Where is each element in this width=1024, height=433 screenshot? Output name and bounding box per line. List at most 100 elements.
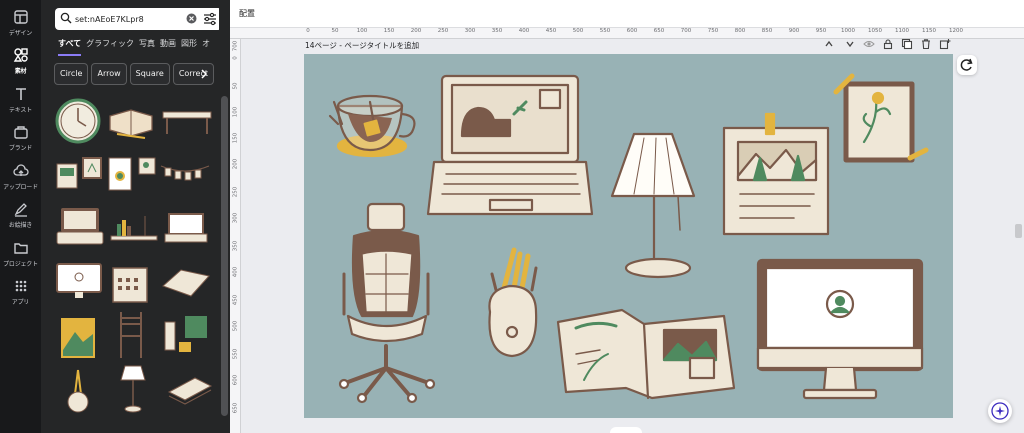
refresh-button[interactable]	[957, 55, 977, 75]
brand-icon	[13, 126, 28, 139]
page-title[interactable]: 14ページ - ページタイトルを追加	[305, 40, 419, 51]
ruler-tick: 350	[491, 28, 503, 34]
monitor-sticker-thumbnail[interactable]	[55, 262, 103, 302]
rail-label: アプリ	[11, 299, 30, 306]
shelf-sticker-thumbnail[interactable]	[109, 206, 159, 248]
chip-arrow[interactable]: Arrow	[91, 63, 127, 85]
tab-shapes[interactable]: 図形	[181, 38, 197, 54]
folder-icon	[13, 243, 28, 254]
ruler-tick: 650	[653, 28, 665, 34]
office-chair-graphic	[338, 202, 436, 404]
clock-sticker-thumbnail[interactable]	[55, 98, 101, 144]
lock-icon[interactable]	[882, 38, 894, 50]
ruler-tick: 200	[410, 28, 422, 34]
book-sticker-thumbnail[interactable]	[107, 102, 155, 140]
lamp-graphic	[610, 132, 696, 279]
ruler-tick: 250	[437, 28, 449, 34]
postcard-sticker-thumbnail[interactable]	[55, 158, 79, 192]
board-sticker-thumbnail[interactable]	[161, 266, 211, 300]
ruler-tick: 100	[232, 106, 239, 118]
tab-photos[interactable]: 写真	[139, 38, 155, 54]
rail-label: ブランド	[8, 145, 33, 152]
ruler-tick: 600	[232, 374, 239, 386]
ruler-tick: 550	[232, 348, 239, 360]
frame-sticker-thumbnail[interactable]	[81, 156, 103, 180]
search-input[interactable]	[75, 11, 183, 27]
eye-icon[interactable]	[863, 38, 875, 50]
chair-sticker-thumbnail[interactable]	[113, 310, 149, 360]
tab-graphics[interactable]: グラフィック	[86, 38, 134, 54]
position-button[interactable]: 配置	[239, 8, 255, 19]
category-tabs: すべて グラフィック 写真 動画 図形オ	[58, 38, 230, 56]
plant-sticker-thumbnail[interactable]	[63, 364, 93, 416]
trash-icon[interactable]	[920, 38, 932, 50]
ruler-tick: 500	[232, 320, 239, 332]
rail-item-draw[interactable]: お絵描き	[0, 201, 41, 229]
clear-icon[interactable]	[186, 13, 197, 24]
rail-item-projects[interactable]: プロジェクト	[0, 240, 41, 268]
panel-scroll-thumb[interactable]	[221, 96, 228, 416]
filter-icon[interactable]	[203, 12, 217, 26]
rail-item-brand[interactable]: ブランド	[0, 124, 41, 152]
rail-item-design[interactable]: デザイン	[0, 9, 41, 37]
add-page-icon[interactable]	[939, 38, 951, 50]
photo-sticker-thumbnail[interactable]	[137, 156, 157, 178]
ruler-tick: 550	[599, 28, 611, 34]
rail-label: 素材	[14, 68, 27, 75]
ruler-tick: 600	[626, 28, 638, 34]
chip-circle[interactable]: Circle	[54, 63, 89, 85]
chevron-up-icon[interactable]	[823, 38, 835, 50]
picture-sticker-thumbnail[interactable]	[57, 314, 99, 362]
calendar-sticker-thumbnail[interactable]	[111, 262, 149, 304]
rail-label: お絵描き	[8, 222, 33, 229]
chip-square[interactable]: Square	[129, 63, 170, 85]
rail-label: デザイン	[8, 30, 33, 37]
desk-sticker-thumbnail[interactable]	[161, 106, 213, 136]
pages-drawer-handle[interactable]	[610, 427, 642, 433]
upload-icon	[12, 164, 29, 176]
notes-sticker-thumbnail[interactable]	[161, 314, 211, 354]
top-toolbar: 配置	[230, 0, 1024, 28]
ruler-tick: 50	[331, 28, 339, 34]
ruler-tick: 300	[232, 212, 239, 224]
ruler-tick: 150	[232, 132, 239, 144]
lamp-sticker-thumbnail[interactable]	[117, 362, 149, 414]
teacup-graphic	[328, 94, 416, 158]
chevron-down-icon[interactable]	[844, 38, 856, 50]
rail-item-upload[interactable]: アップロード	[0, 163, 41, 191]
rail-label: テキスト	[8, 107, 33, 114]
ruler-tick: 800	[734, 28, 746, 34]
rail-label: プロジェクト	[3, 261, 38, 268]
garland-sticker-thumbnail[interactable]	[159, 162, 211, 186]
rail-item-text[interactable]: テキスト	[0, 86, 41, 114]
ruler-tick: 350	[232, 240, 239, 252]
search-box[interactable]	[55, 8, 222, 30]
design-canvas[interactable]	[304, 54, 953, 418]
rail-label: アップロード	[3, 184, 38, 191]
ruler-tick: 150	[383, 28, 395, 34]
text-icon	[15, 88, 26, 100]
ruler-tick: 1000	[841, 28, 855, 34]
duplicate-icon[interactable]	[901, 38, 913, 50]
ruler-tick: 900	[788, 28, 800, 34]
books-sticker-thumbnail[interactable]	[165, 372, 213, 406]
laptop-2-sticker-thumbnail[interactable]	[163, 212, 209, 244]
tab-videos[interactable]: 動画	[160, 38, 176, 54]
ruler-tick: 850	[761, 28, 773, 34]
ruler-tick: 400	[518, 28, 530, 34]
rail-item-elements[interactable]: 素材	[0, 47, 41, 75]
laptop-sticker-thumbnail[interactable]	[55, 206, 105, 246]
tab-audio[interactable]: オ	[202, 38, 210, 54]
ruler-tick: 750	[707, 28, 719, 34]
chevron-right-icon[interactable]	[199, 69, 209, 79]
tab-all[interactable]: すべて	[58, 38, 82, 56]
layout-icon	[13, 10, 28, 24]
magic-assistant-button[interactable]	[988, 399, 1012, 423]
canvas-scroll-thumb[interactable]	[1015, 224, 1022, 238]
shapes-icon	[13, 48, 28, 62]
rail-item-apps[interactable]: アプリ	[0, 278, 41, 306]
notebook-sticker-thumbnail[interactable]	[105, 156, 133, 192]
ruler-tick: 100	[356, 28, 368, 34]
laptop-graphic	[426, 74, 594, 216]
ruler-tick: 1150	[922, 28, 936, 34]
